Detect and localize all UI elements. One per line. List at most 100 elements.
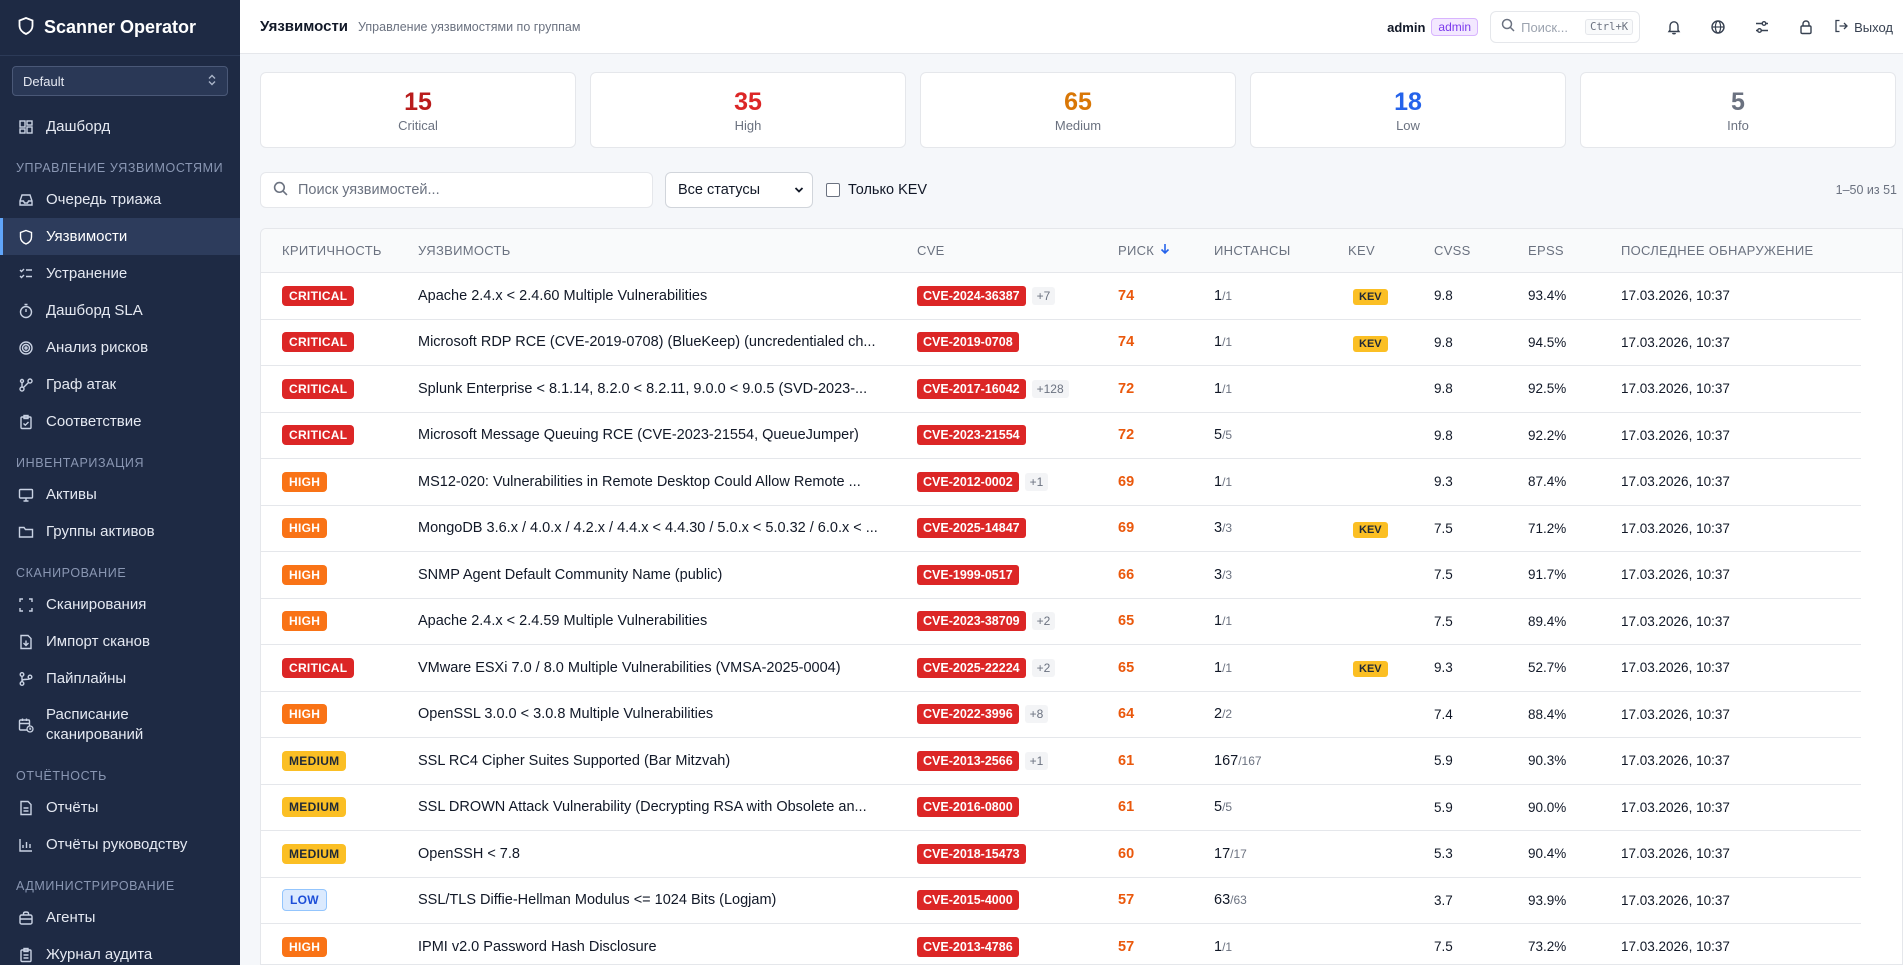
global-search[interactable]: Поиск... Ctrl+K	[1490, 11, 1641, 43]
workspace-select[interactable]: Default	[12, 66, 228, 96]
col-instances[interactable]: ИНСТАНСЫ	[1214, 243, 1348, 258]
sidebar-item-label: Пайплайны	[46, 669, 127, 687]
globe-icon[interactable]	[1696, 5, 1740, 49]
table-row[interactable]: CRITICAL Microsoft RDP RCE (CVE-2019-0708…	[261, 320, 1861, 366]
cve-tag[interactable]: CVE-2025-14847	[917, 518, 1026, 539]
sidebar-item[interactable]: Дашборд SLA	[0, 292, 240, 329]
vulnerability-name-link[interactable]: Apache 2.4.x < 2.4.60 Multiple Vulnerabi…	[418, 288, 917, 304]
severity-summary-card[interactable]: 65 Medium	[920, 72, 1236, 148]
sliders-icon[interactable]	[1740, 5, 1784, 49]
kev-only-toggle[interactable]: Только KEV	[826, 182, 927, 198]
vulnerability-name-link[interactable]: SSL DROWN Attack Vulnerability (Decrypti…	[418, 799, 917, 815]
table-row[interactable]: MEDIUM OpenSSH < 7.8 CVE-2018-15473 60 17/17…	[261, 831, 1861, 878]
sidebar-item[interactable]: Анализ рисков	[0, 329, 240, 366]
bell-icon[interactable]	[1652, 5, 1696, 49]
col-kev[interactable]: KEV	[1348, 243, 1434, 258]
cve-tag[interactable]: CVE-2013-2566	[917, 750, 1019, 771]
table-row[interactable]: MEDIUM SSL DROWN Attack Vulnerability (De…	[261, 785, 1861, 831]
col-epss[interactable]: EPSS	[1528, 243, 1621, 258]
kev-only-checkbox[interactable]	[826, 183, 840, 197]
vulnerability-name-link[interactable]: IPMI v2.0 Password Hash Disclosure	[418, 939, 917, 955]
sidebar-item[interactable]: Уязвимости	[0, 218, 240, 255]
table-row[interactable]: MEDIUM SSL RC4 Cipher Suites Supported (B…	[261, 738, 1861, 785]
cve-tag[interactable]: CVE-2019-0708	[917, 332, 1019, 353]
logout-button[interactable]: Выход	[1834, 19, 1893, 36]
vulnerability-name-link[interactable]: MongoDB 3.6.x / 4.0.x / 4.2.x / 4.4.x < …	[418, 520, 917, 536]
vulnerability-name-link[interactable]: Microsoft RDP RCE (CVE-2019-0708) (BlueK…	[418, 334, 917, 350]
cve-tag[interactable]: CVE-2015-4000	[917, 890, 1019, 911]
sidebar-item[interactable]: Дашборд	[0, 108, 240, 145]
sidebar-item[interactable]: Отчёты руководству	[0, 826, 240, 863]
sidebar-item[interactable]: Импорт сканов	[0, 623, 240, 660]
table-row[interactable]: HIGH SNMP Agent Default Community Name (p…	[261, 552, 1861, 599]
sidebar-item[interactable]: Агенты	[0, 899, 240, 936]
col-name[interactable]: УЯЗВИМОСТЬ	[418, 243, 917, 258]
more-cves-badge[interactable]: +2	[1031, 658, 1056, 677]
sidebar-item[interactable]: Очередь триажа	[0, 181, 240, 218]
cve-tag[interactable]: CVE-2012-0002	[917, 471, 1019, 492]
lock-icon[interactable]	[1784, 5, 1828, 49]
cve-tag[interactable]: CVE-2018-15473	[917, 843, 1026, 864]
sidebar-item[interactable]: Расписание сканирований	[0, 697, 240, 753]
sidebar-item[interactable]: Активы	[0, 476, 240, 513]
table-row[interactable]: LOW SSL/TLS Diffie-Hellman Modulus <= 102…	[261, 878, 1861, 924]
vulnerability-name-link[interactable]: Splunk Enterprise < 8.1.14, 8.2.0 < 8.2.…	[418, 381, 917, 397]
more-cves-badge[interactable]: +1	[1024, 751, 1049, 770]
sidebar-item[interactable]: Отчёты	[0, 789, 240, 826]
sidebar-item[interactable]: Соответствие	[0, 403, 240, 440]
table-row[interactable]: CRITICAL VMware ESXi 7.0 / 8.0 Multiple V…	[261, 645, 1861, 692]
table-row[interactable]: HIGH IPMI v2.0 Password Hash Disclosure CV…	[261, 924, 1861, 964]
vulnerability-name-link[interactable]: SSL RC4 Cipher Suites Supported (Bar Mit…	[418, 753, 917, 769]
sidebar-item-label: Группы активов	[46, 522, 155, 540]
sidebar-item[interactable]: Пайплайны	[0, 660, 240, 697]
vulnerability-name-link[interactable]: MS12-020: Vulnerabilities in Remote Desk…	[418, 474, 917, 490]
more-cves-badge[interactable]: +2	[1031, 612, 1056, 631]
col-cve[interactable]: CVE	[917, 243, 1118, 258]
table-row[interactable]: CRITICAL Apache 2.4.x < 2.4.60 Multiple V…	[261, 273, 1861, 320]
vulnerability-name-link[interactable]: Apache 2.4.x < 2.4.59 Multiple Vulnerabi…	[418, 613, 917, 629]
more-cves-badge[interactable]: +1	[1024, 472, 1049, 491]
sidebar-item[interactable]: Сканирования	[0, 586, 240, 623]
vuln-search-input[interactable]: Поиск уязвимостей...	[260, 172, 653, 208]
col-risk[interactable]: РИСК	[1118, 243, 1214, 258]
risk-score: 61	[1118, 752, 1135, 769]
severity-summary-card[interactable]: 15 Critical	[260, 72, 576, 148]
table-row[interactable]: CRITICAL Splunk Enterprise < 8.1.14, 8.2.…	[261, 366, 1861, 413]
vulnerability-name-link[interactable]: SSL/TLS Diffie-Hellman Modulus <= 1024 B…	[418, 892, 917, 908]
sidebar-item[interactable]: Журнал аудита	[0, 936, 240, 965]
vulnerability-name-link[interactable]: VMware ESXi 7.0 / 8.0 Multiple Vulnerabi…	[418, 660, 917, 676]
cve-tag[interactable]: CVE-2023-38709	[917, 611, 1026, 632]
severity-summary-card[interactable]: 5 Info	[1580, 72, 1896, 148]
cve-tag[interactable]: CVE-2023-21554	[917, 425, 1026, 446]
cve-tag[interactable]: CVE-2016-0800	[917, 797, 1019, 818]
cve-tag[interactable]: CVE-2013-4786	[917, 936, 1019, 957]
cve-tag[interactable]: CVE-2022-3996	[917, 704, 1019, 725]
cve-tag[interactable]: CVE-2024-36387	[917, 285, 1026, 306]
vulnerability-name-link[interactable]: OpenSSH < 7.8	[418, 846, 917, 862]
severity-summary-card[interactable]: 18 Low	[1250, 72, 1566, 148]
table-row[interactable]: HIGH OpenSSL 3.0.0 < 3.0.8 Multiple Vulne…	[261, 692, 1861, 738]
table-row[interactable]: CRITICAL Microsoft Message Queuing RCE (C…	[261, 413, 1861, 459]
more-cves-badge[interactable]: +8	[1024, 705, 1049, 724]
sidebar-item[interactable]: Устранение	[0, 255, 240, 292]
table-row[interactable]: HIGH MS12-020: Vulnerabilities in Remote …	[261, 459, 1861, 506]
cve-cell: CVE-1999-0517	[917, 564, 1118, 585]
cve-tag[interactable]: CVE-2025-22224	[917, 657, 1026, 678]
col-cvss[interactable]: CVSS	[1434, 243, 1528, 258]
vulnerability-name-link[interactable]: SNMP Agent Default Community Name (publi…	[418, 567, 917, 583]
sidebar-item[interactable]: Граф атак	[0, 366, 240, 403]
col-severity[interactable]: КРИТИЧНОСТЬ	[261, 243, 418, 258]
table-row[interactable]: HIGH Apache 2.4.x < 2.4.59 Multiple Vulne…	[261, 599, 1861, 645]
cve-tag[interactable]: CVE-2017-16042	[917, 378, 1026, 399]
brand[interactable]: Scanner Operator	[0, 0, 240, 56]
sidebar-item[interactable]: Группы активов	[0, 513, 240, 550]
table-row[interactable]: HIGH MongoDB 3.6.x / 4.0.x / 4.2.x / 4.4.…	[261, 506, 1861, 552]
more-cves-badge[interactable]: +7	[1031, 286, 1056, 305]
cve-tag[interactable]: CVE-1999-0517	[917, 564, 1019, 585]
vulnerability-name-link[interactable]: Microsoft Message Queuing RCE (CVE-2023-…	[418, 427, 917, 443]
severity-summary-card[interactable]: 35 High	[590, 72, 906, 148]
col-last-seen[interactable]: ПОСЛЕДНЕЕ ОБНАРУЖЕНИЕ	[1621, 243, 1841, 258]
status-filter-select[interactable]: Все статусы	[665, 172, 813, 208]
more-cves-badge[interactable]: +128	[1031, 379, 1069, 398]
vulnerability-name-link[interactable]: OpenSSL 3.0.0 < 3.0.8 Multiple Vulnerabi…	[418, 706, 917, 722]
